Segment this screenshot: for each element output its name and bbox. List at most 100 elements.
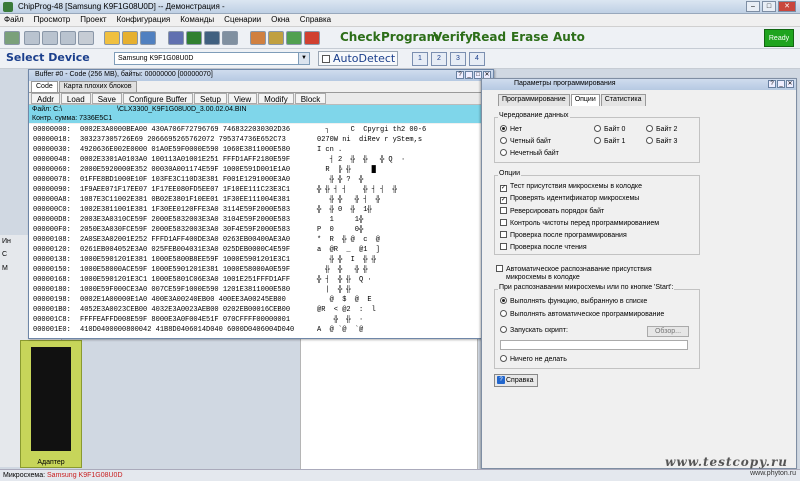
byte-3-radio[interactable]: Байт 3 [646, 137, 677, 145]
stop-icon[interactable] [304, 31, 320, 45]
close-button[interactable]: ✕ [778, 1, 796, 12]
autodetect-label: AutoDetect [333, 52, 396, 65]
hex-bytes: 2003E3A0310CE59F 2000E5832003E3A0 3104E5… [80, 216, 291, 224]
window-title: ChipProg-48 [Samsung K9F1G08U0D] -- Демо… [18, 2, 225, 11]
help-label: Справка [506, 377, 534, 384]
select-device-button[interactable]: Select Device [6, 51, 90, 64]
chip-icon[interactable] [186, 31, 202, 45]
adapter-label: Адаптер [37, 459, 65, 466]
hex-view[interactable]: 00000000: 0002E3A0000BEA00 430A706F727967… [29, 124, 493, 338]
buffer-toolbar: Addr Load Save Configure Buffer Setup Vi… [29, 93, 493, 105]
tab-code[interactable]: Code [31, 81, 58, 92]
presence-test-checkbox[interactable]: ✓ Тест присутствия микросхемы в колодке [500, 183, 642, 192]
tab-programming[interactable]: Программирование [498, 94, 570, 106]
reverse-bytes-checkbox[interactable]: Реверсировать порядок байт [500, 207, 604, 215]
setup-button[interactable]: Setup [194, 93, 227, 104]
file-path: \CLX3300_K9F1G08U0D_3.00.02.04.BIN [117, 106, 247, 113]
left-panel-label-2: С [2, 251, 8, 258]
hex-ascii: ╬ ╬ ╬ ╬ [317, 266, 368, 274]
device-combo[interactable]: Samsung K9F1G08U0D ▼ [114, 52, 310, 65]
verify-after-read-checkbox[interactable]: Проверка после чтения [500, 243, 587, 251]
byte-1-radio[interactable]: Байт 1 [594, 137, 625, 145]
load-button[interactable]: Load [60, 93, 91, 104]
auto-detect-checkbox[interactable]: Автоматическое распознавание присутствия [496, 265, 652, 273]
script-icon[interactable] [222, 31, 238, 45]
minimize-button[interactable]: – [746, 1, 760, 12]
autodetect-checkbox[interactable]: AutoDetect [318, 51, 398, 66]
tab-bad-blocks[interactable]: Карта плохих блоков [58, 81, 137, 92]
hex-bytes: 01FFE8BD1000E10F 103FE3C110D3E381 F001E1… [80, 176, 291, 184]
chevron-down-icon[interactable]: ▼ [298, 53, 309, 64]
read-button[interactable]: Read [472, 30, 506, 44]
blank-check-checkbox[interactable]: Контроль чистоты перед программированием [500, 219, 659, 227]
menu-configuration[interactable]: Конфигурация [117, 14, 171, 26]
hex-ascii: ╬ ╬ 0 ╬ 1╬ [317, 206, 372, 214]
folder-save-icon[interactable] [122, 31, 138, 45]
run-function-radio[interactable]: Выполнять функцию, выбранную в списке [500, 297, 647, 305]
options-close-button[interactable]: ✕ [786, 80, 794, 88]
maximize-button[interactable]: □ [762, 1, 776, 12]
verify-after-program-checkbox[interactable]: Проверка после программирования [500, 231, 627, 239]
hex-ascii: 1 1╬ [317, 216, 364, 224]
erase-button[interactable]: Erase [511, 30, 549, 44]
project-icon[interactable] [4, 31, 20, 45]
menu-scripts[interactable]: Сценарии [224, 14, 261, 26]
menu-windows[interactable]: Окна [271, 14, 290, 26]
calculator-icon[interactable] [250, 31, 266, 45]
do-nothing-radio[interactable]: Ничего не делать [500, 355, 567, 363]
socket-4-button[interactable]: 4 [469, 52, 485, 66]
verify-button[interactable]: Verify [433, 30, 473, 44]
interleave-none-radio[interactable]: Нет [500, 125, 522, 133]
settings-icon[interactable] [268, 31, 284, 45]
auto-program-radio[interactable]: Выполнять автоматическое программировани… [500, 310, 664, 318]
options-icon[interactable] [204, 31, 220, 45]
options-minimize-button[interactable]: _ [777, 80, 785, 88]
menu-help[interactable]: Справка [300, 14, 331, 26]
save-button[interactable]: Save [91, 93, 122, 104]
options-help-button[interactable]: ? [768, 80, 776, 88]
hex-ascii: ╬ ╬ · [317, 316, 364, 324]
browse-button[interactable]: Обзор... [647, 326, 689, 337]
modify-button[interactable]: Modify [258, 93, 294, 104]
script-combo[interactable] [500, 340, 688, 350]
configure-buffer-button[interactable]: Configure Buffer [122, 93, 194, 104]
socket-3-button[interactable]: 3 [450, 52, 466, 66]
statistics-icon[interactable] [286, 31, 302, 45]
tab-options[interactable]: Опции [570, 94, 600, 106]
open-icon[interactable] [24, 31, 40, 45]
check-button[interactable]: Check [340, 30, 381, 44]
buffer-help-button[interactable]: ? [456, 71, 464, 79]
program-button[interactable]: Program [381, 30, 439, 44]
save-icon[interactable] [42, 31, 58, 45]
hex-bytes: 0261EB004052E3A0 025FEB004031E3A0 025DEB… [80, 246, 291, 254]
menu-commands[interactable]: Команды [180, 14, 214, 26]
interleave-odd-radio[interactable]: Нечетный байт [500, 149, 559, 157]
help-button[interactable]: ? Справка [494, 374, 538, 387]
disk-icon[interactable] [140, 31, 156, 45]
hex-offset: 00000120: [33, 246, 71, 254]
addr-button[interactable]: Addr [31, 93, 60, 104]
socket-1-button[interactable]: 1 [412, 52, 428, 66]
check-id-checkbox[interactable]: ✓ Проверять идентификатор микросхемы [500, 195, 639, 204]
socket-2-button[interactable]: 2 [431, 52, 447, 66]
menu-file[interactable]: Файл [4, 14, 24, 26]
tab-statistics[interactable]: Статистика [600, 94, 646, 106]
hex-bytes: 2A0SE3A02001E252 FFFD1AFF400DE3A0 0263EB… [80, 236, 291, 244]
buffer-minimize-button[interactable]: _ [465, 71, 473, 79]
copy-icon[interactable] [60, 31, 76, 45]
folder-icon[interactable] [104, 31, 120, 45]
byte-2-radio[interactable]: Байт 2 [646, 125, 677, 133]
menu-project[interactable]: Проект [80, 14, 106, 26]
byte-0-radio[interactable]: Байт 0 [594, 125, 625, 133]
hex-ascii: @ $ @ E [317, 296, 372, 304]
interleave-even-radio[interactable]: Четный байт [500, 137, 551, 145]
hex-bytes: 4920636E002E0000 01A0E59F0000E590 1060E3… [80, 146, 291, 154]
autodetect-check[interactable] [322, 55, 330, 63]
view-button[interactable]: View [227, 93, 258, 104]
run-script-radio[interactable]: Запускать скрипт: [500, 326, 568, 334]
buffer-icon[interactable] [168, 31, 184, 45]
menu-view[interactable]: Просмотр [34, 14, 71, 26]
tool-icon[interactable] [78, 31, 94, 45]
auto-button[interactable]: Auto [553, 30, 585, 44]
block-button[interactable]: Block [294, 93, 327, 104]
